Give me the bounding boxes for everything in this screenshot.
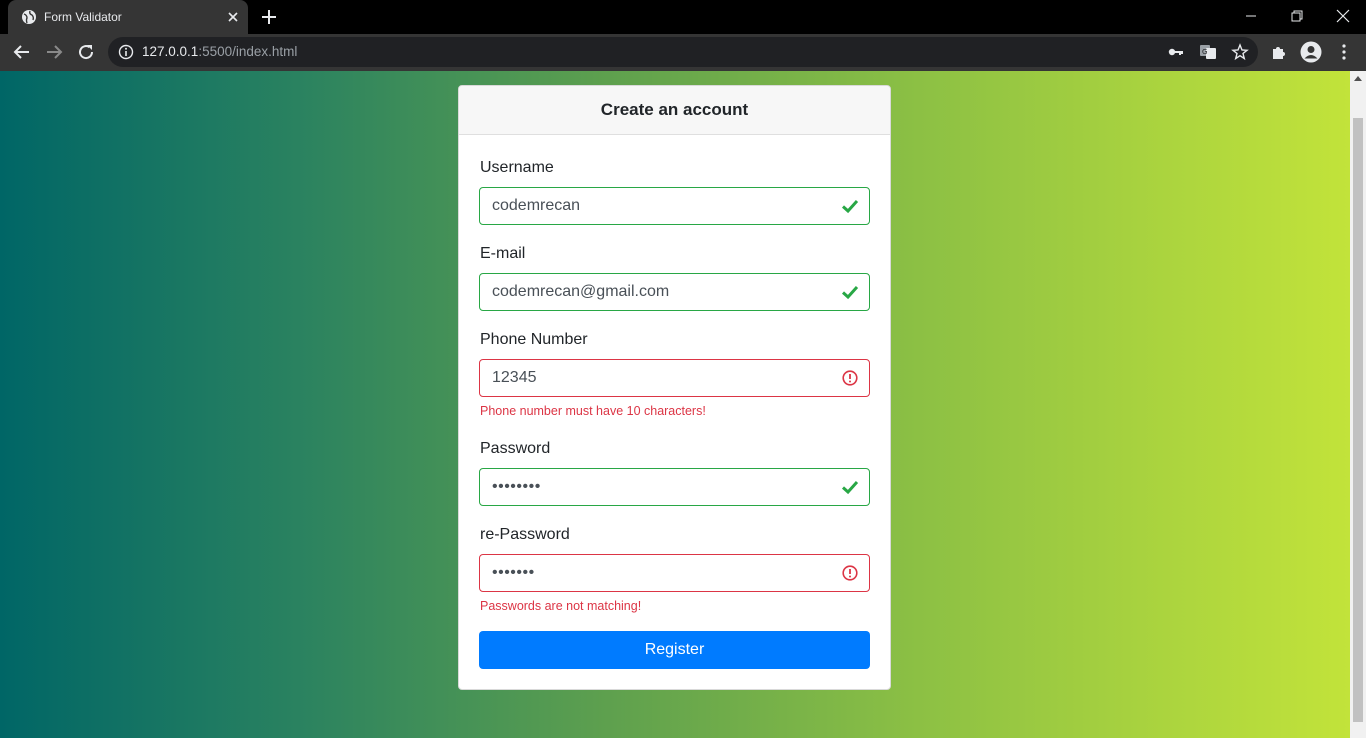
url-host: 127.0.0.1 bbox=[142, 44, 199, 59]
arrow-right-icon bbox=[47, 45, 63, 59]
translate-icon[interactable]: G bbox=[1199, 43, 1217, 61]
new-tab-icon[interactable] bbox=[258, 6, 280, 28]
password-label: Password bbox=[480, 440, 551, 457]
close-window-button[interactable] bbox=[1320, 0, 1366, 32]
exclamation-circle-icon bbox=[842, 370, 858, 386]
repassword-label: re-Password bbox=[480, 526, 570, 543]
exclamation-circle-icon bbox=[842, 565, 858, 581]
page-scrollbar[interactable] bbox=[1350, 71, 1366, 738]
register-button[interactable]: Register bbox=[479, 631, 870, 669]
card-header: Create an account bbox=[459, 86, 890, 135]
browser-toolbar: 127.0.0.1:5500/index.html G bbox=[0, 34, 1366, 71]
repassword-error-message: Passwords are not matching! bbox=[480, 599, 642, 613]
phone-field-wrapper bbox=[479, 359, 870, 397]
email-field-wrapper bbox=[479, 273, 870, 311]
tab-title: Form Validator bbox=[44, 10, 122, 24]
url-path: :5500/index.html bbox=[198, 44, 298, 59]
scroll-thumb[interactable] bbox=[1353, 118, 1363, 722]
page-viewport: Create an account Username E-mail Phone … bbox=[0, 71, 1350, 738]
scroll-up-arrow-icon[interactable] bbox=[1354, 75, 1362, 81]
form-title: Create an account bbox=[600, 100, 749, 119]
puzzle-icon bbox=[1273, 47, 1285, 59]
minimize-icon bbox=[1246, 15, 1256, 17]
repassword-input[interactable] bbox=[480, 555, 830, 591]
reload-button[interactable] bbox=[73, 39, 99, 65]
signup-card: Create an account Username E-mail Phone … bbox=[458, 85, 891, 690]
close-icon bbox=[1336, 9, 1350, 23]
username-input[interactable] bbox=[480, 188, 830, 224]
browser-tab[interactable]: Form Validator bbox=[8, 0, 248, 34]
reload-icon bbox=[79, 45, 94, 60]
check-icon bbox=[841, 199, 859, 214]
globe-icon bbox=[22, 10, 36, 24]
repassword-field-wrapper bbox=[479, 554, 870, 592]
phone-label: Phone Number bbox=[480, 331, 588, 348]
email-label: E-mail bbox=[480, 245, 526, 262]
phone-error-message: Phone number must have 10 characters! bbox=[480, 404, 706, 418]
info-icon[interactable] bbox=[118, 44, 134, 60]
kebab-menu-icon bbox=[1342, 44, 1346, 60]
check-icon bbox=[841, 285, 859, 300]
browser-titlebar: Form Validator bbox=[0, 0, 1366, 34]
star-icon[interactable] bbox=[1231, 43, 1249, 61]
account-icon bbox=[1300, 41, 1322, 63]
username-label: Username bbox=[480, 159, 554, 176]
key-icon[interactable] bbox=[1167, 43, 1185, 61]
profile-button[interactable] bbox=[1300, 41, 1322, 63]
svg-text:G: G bbox=[1202, 48, 1207, 56]
address-bar[interactable]: 127.0.0.1:5500/index.html G bbox=[108, 37, 1258, 67]
minimize-button[interactable] bbox=[1228, 0, 1274, 32]
password-input[interactable] bbox=[480, 469, 830, 505]
username-field-wrapper bbox=[479, 187, 870, 225]
close-tab-icon[interactable] bbox=[224, 8, 242, 26]
restore-button[interactable] bbox=[1274, 0, 1320, 32]
password-field-wrapper bbox=[479, 468, 870, 506]
arrow-left-icon bbox=[13, 45, 29, 59]
forward-button[interactable] bbox=[41, 39, 67, 65]
email-input[interactable] bbox=[480, 274, 830, 310]
extensions-button[interactable] bbox=[1268, 41, 1290, 63]
url-text: 127.0.0.1:5500/index.html bbox=[142, 44, 297, 60]
check-icon bbox=[841, 480, 859, 495]
phone-input[interactable] bbox=[480, 360, 830, 396]
back-button[interactable] bbox=[9, 39, 35, 65]
restore-icon bbox=[1291, 10, 1303, 22]
menu-button[interactable] bbox=[1333, 41, 1355, 63]
